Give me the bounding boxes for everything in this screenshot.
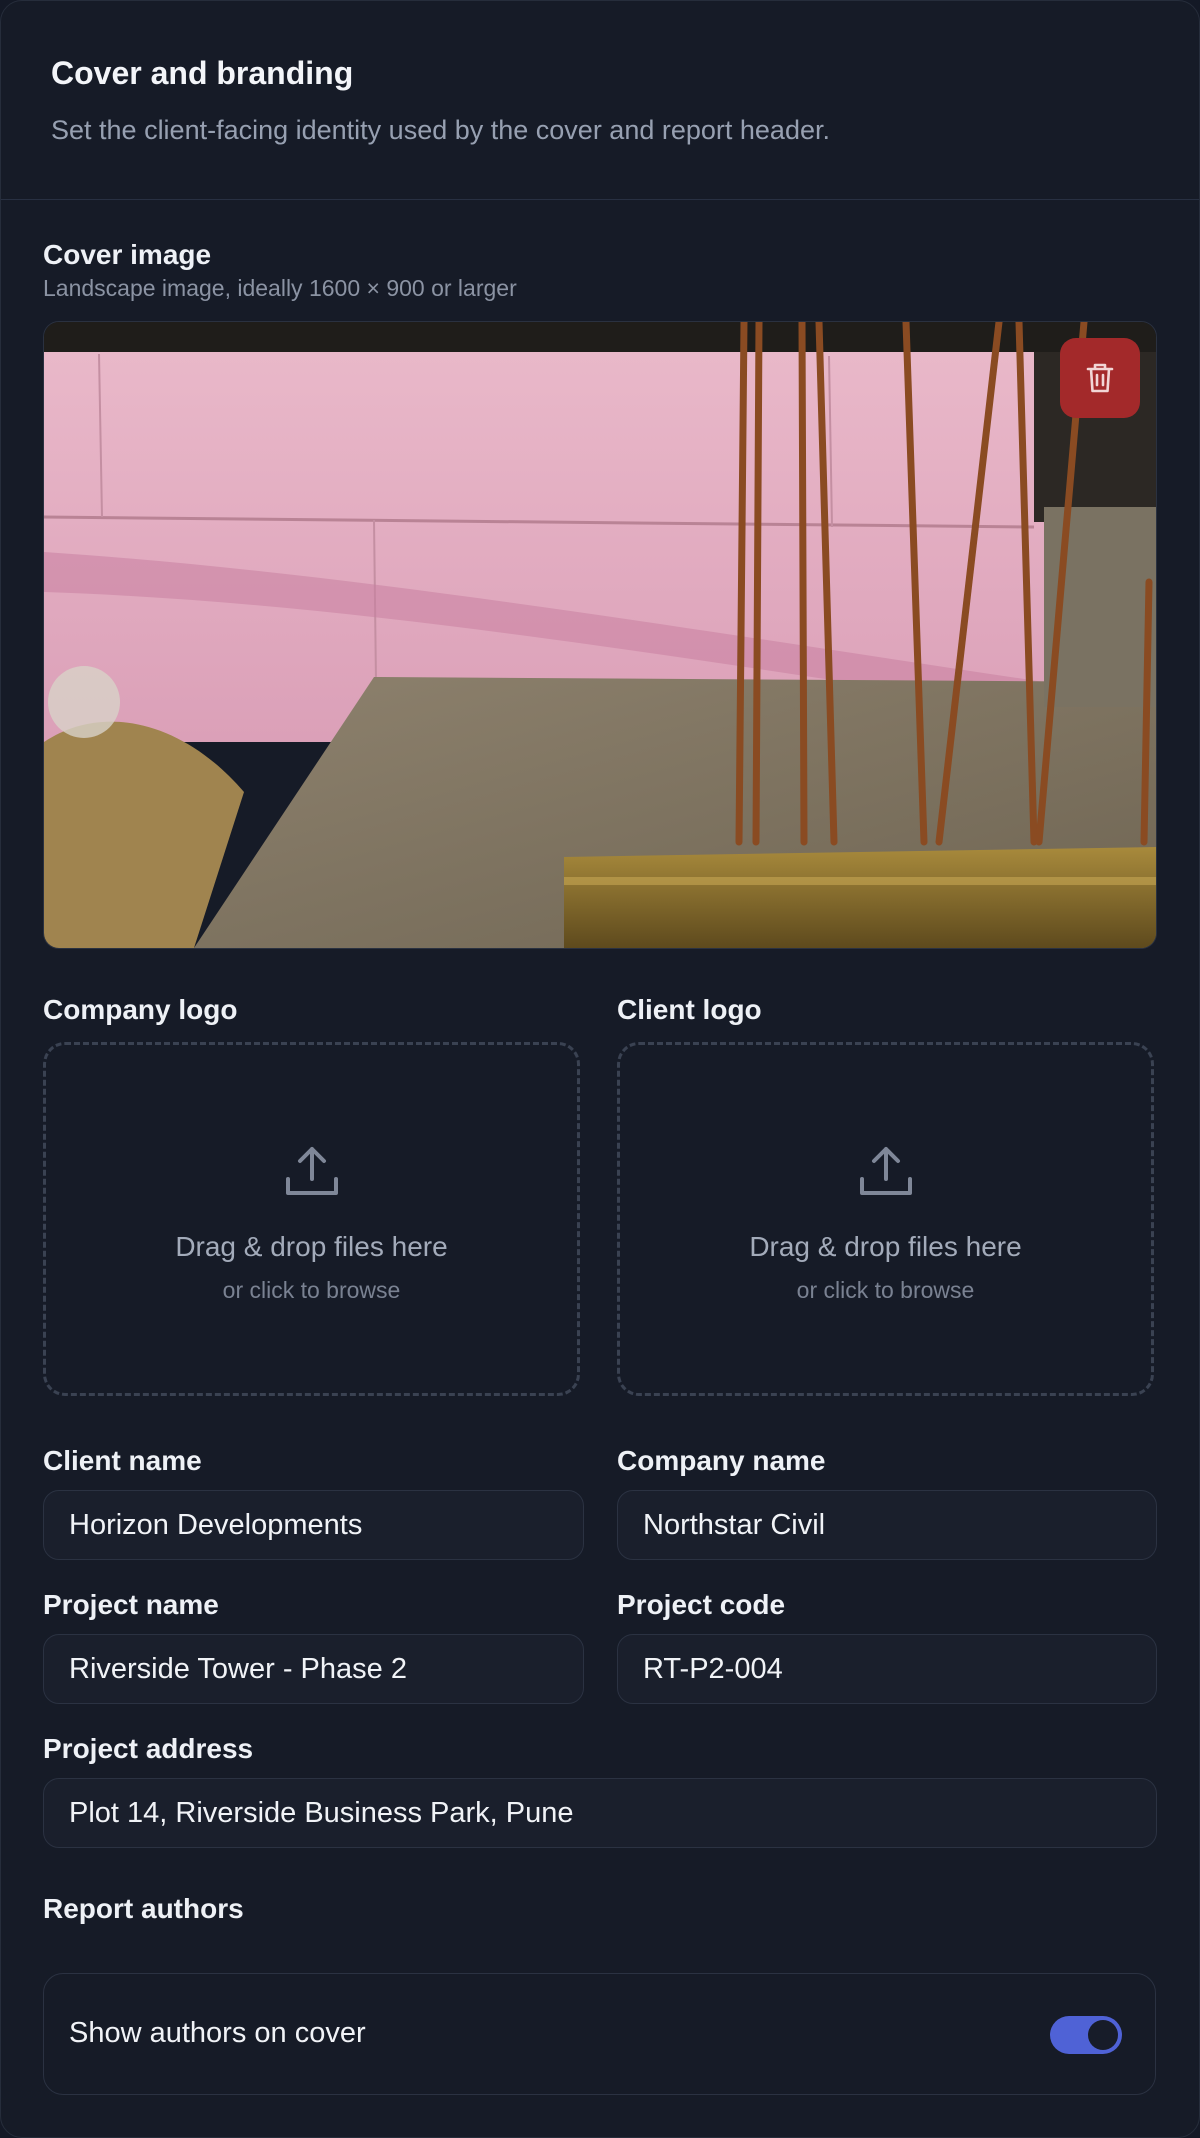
client-name-label: Client name [43,1445,202,1476]
client-logo-drop-text: Drag & drop files here [749,1231,1022,1262]
report-authors-label: Report authors [43,1893,244,1924]
upload-icon [859,1147,912,1195]
trash-icon [1086,363,1114,393]
cover-branding-panel: Cover and branding Set the client-facing… [0,0,1200,2138]
client-logo-label: Client logo [617,994,762,1025]
project-address-label: Project address [43,1733,254,1764]
company-logo-drop-text: Drag & drop files here [175,1231,448,1262]
delete-cover-button[interactable] [1060,338,1140,418]
client-name-field[interactable] [43,1490,584,1560]
project-address-field[interactable] [43,1778,1157,1848]
project-address-input[interactable] [69,1796,1131,1830]
project-code-label: Project code [617,1589,786,1620]
company-logo-browse-text: or click to browse [222,1277,401,1303]
project-code-field[interactable] [617,1634,1157,1704]
show-authors-toggle[interactable] [1050,2016,1122,2054]
show-authors-label: Show authors on cover [69,2017,366,2049]
cover-image-hint: Landscape image, ideally 1600 × 900 or l… [43,275,517,301]
client-logo-dropzone[interactable]: Drag & drop files here or click to brows… [617,1042,1154,1396]
cover-image-label: Cover image [43,239,212,270]
project-code-input[interactable] [643,1652,1131,1686]
upload-icon [285,1147,338,1195]
project-name-field[interactable] [43,1634,584,1704]
cover-photo [44,322,1156,948]
cover-image-preview[interactable] [43,321,1157,949]
company-name-input[interactable] [643,1508,1131,1542]
client-logo-browse-text: or click to browse [796,1277,975,1303]
toggle-knob [1088,2020,1118,2050]
company-name-label: Company name [617,1445,826,1476]
panel-header: Cover and branding Set the client-facing… [1,1,1199,200]
project-name-input[interactable] [69,1652,558,1686]
panel-title: Cover and branding [51,55,354,91]
show-authors-card: Show authors on cover [43,1973,1156,2095]
company-logo-dropzone[interactable]: Drag & drop files here or click to brows… [43,1042,580,1396]
company-logo-label: Company logo [43,994,238,1025]
client-name-input[interactable] [69,1508,558,1542]
panel-subtitle: Set the client-facing identity used by t… [51,115,830,145]
company-name-field[interactable] [617,1490,1157,1560]
project-name-label: Project name [43,1589,219,1620]
